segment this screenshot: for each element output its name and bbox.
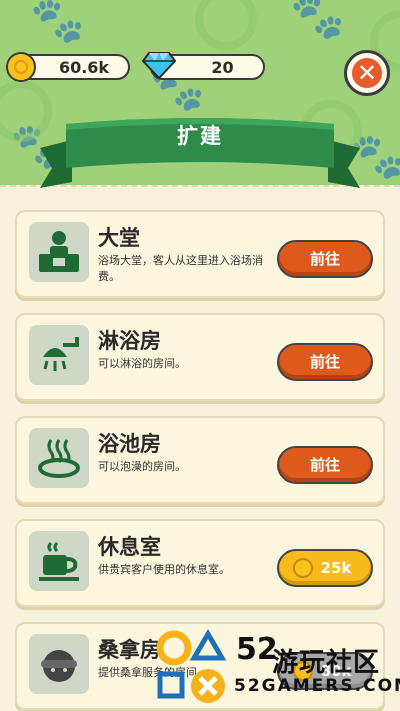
gem-amount: 20 bbox=[211, 58, 234, 77]
lobby-reception-icon bbox=[29, 222, 89, 282]
close-icon: ✕ bbox=[352, 58, 382, 88]
gamepad-symbols-logo bbox=[156, 629, 227, 703]
room-description: 可以淋浴的房间。 bbox=[98, 357, 186, 370]
room-title: 淋浴房 bbox=[98, 329, 161, 353]
room-description: 供贵宾客户使用的休息室。 bbox=[98, 563, 230, 576]
buy-button-lounge[interactable]: 25k bbox=[277, 549, 373, 587]
swirl-decoration bbox=[195, 0, 257, 50]
price-label: 25k bbox=[320, 559, 352, 577]
room-description: 可以泡澡的房间。 bbox=[98, 460, 186, 473]
room-title: 休息室 bbox=[98, 535, 161, 559]
page-title: 扩建 bbox=[177, 124, 223, 148]
room-card-shower: 淋浴房 可以淋浴的房间。 前往 bbox=[15, 313, 385, 401]
watermark-title: 游玩社区 bbox=[272, 648, 381, 678]
coin-amount: 60.6k bbox=[58, 58, 110, 77]
room-card-bath: 浴池房 可以泡澡的房间。 前往 bbox=[15, 416, 385, 504]
coin-icon bbox=[6, 52, 36, 82]
diamond-icon bbox=[142, 52, 176, 80]
paw-decoration-icon: 🐾 bbox=[30, 0, 85, 46]
watermark: 52 游玩社区 52GAMERS.COM bbox=[150, 628, 400, 711]
paw-decoration-icon: 🐾 bbox=[290, 0, 345, 42]
coffee-cup-icon bbox=[29, 531, 89, 591]
hot-spring-icon bbox=[29, 428, 89, 488]
room-card-lobby: 大堂 浴场大堂，客人从这里进入浴场消费。 前往 bbox=[15, 210, 385, 298]
shower-icon bbox=[29, 325, 89, 385]
go-button-lobby[interactable]: 前往 bbox=[277, 240, 373, 278]
close-button[interactable]: ✕ bbox=[344, 50, 390, 96]
coin-icon bbox=[293, 558, 313, 578]
go-button-bath[interactable]: 前往 bbox=[277, 446, 373, 484]
room-title: 浴池房 bbox=[98, 432, 161, 456]
go-button-shower[interactable]: 前往 bbox=[277, 343, 373, 381]
room-card-lounge: 休息室 供贵宾客户使用的休息室。 25k bbox=[15, 519, 385, 607]
room-description: 浴场大堂，客人从这里进入浴场消费。 bbox=[98, 254, 263, 283]
room-title: 大堂 bbox=[98, 226, 140, 250]
watermark-url: 52GAMERS.COM bbox=[234, 676, 400, 696]
sauna-face-icon bbox=[29, 634, 89, 694]
